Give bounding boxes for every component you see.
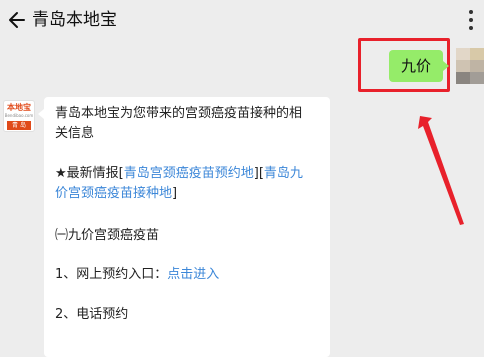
item-phone-booking: 2、电话预约 [55,307,129,322]
avatar-logo-name: 本地宝 [7,103,31,112]
top-bar: 青岛本地宝 [0,0,484,40]
news-suffix: ] [172,186,178,201]
news-link-vaccination-part2[interactable]: 价宫颈癌疫苗接种地 [55,186,172,201]
item1-link[interactable]: 点击进入 [167,267,219,282]
sent-message-bubble: 九价 [389,50,450,82]
avatar-logo-domain: Bendibao.com [4,113,34,118]
back-arrow-icon[interactable] [4,9,26,31]
item-online-booking: 1、网上预约入口：点击进入 [55,265,325,285]
section-heading: ㈠九价宫颈癌疫苗 [55,228,160,243]
bot-avatar[interactable]: 本地宝 Bendibao.com 青 岛 [3,100,35,132]
intro-line-2: 关信息 [55,126,95,141]
news-mid: ][ [253,166,264,181]
user-avatar[interactable] [456,48,484,84]
message-news: ★最新情报[青岛宫颈癌疫苗预约地][青岛九 价宫颈癌疫苗接种地] [55,164,325,204]
news-link-booking[interactable]: 青岛宫颈癌疫苗预约地 [124,166,254,181]
news-prefix: ★最新情报[ [55,166,124,181]
message-intro: 青岛本地宝为您带来的宫颈癌疫苗接种的相 关信息 [55,104,325,144]
annotation-arrow-icon [418,116,464,225]
item1-label: 1、网上预约入口： [55,267,168,282]
more-vertical-icon[interactable] [464,10,478,30]
intro-line-1: 青岛本地宝为您带来的宫颈癌疫苗接种的相 [55,106,303,121]
avatar-logo-city: 青 岛 [7,121,31,130]
chat-title: 青岛本地宝 [32,10,117,30]
news-link-vaccination-part1[interactable]: 青岛九 [264,166,303,181]
